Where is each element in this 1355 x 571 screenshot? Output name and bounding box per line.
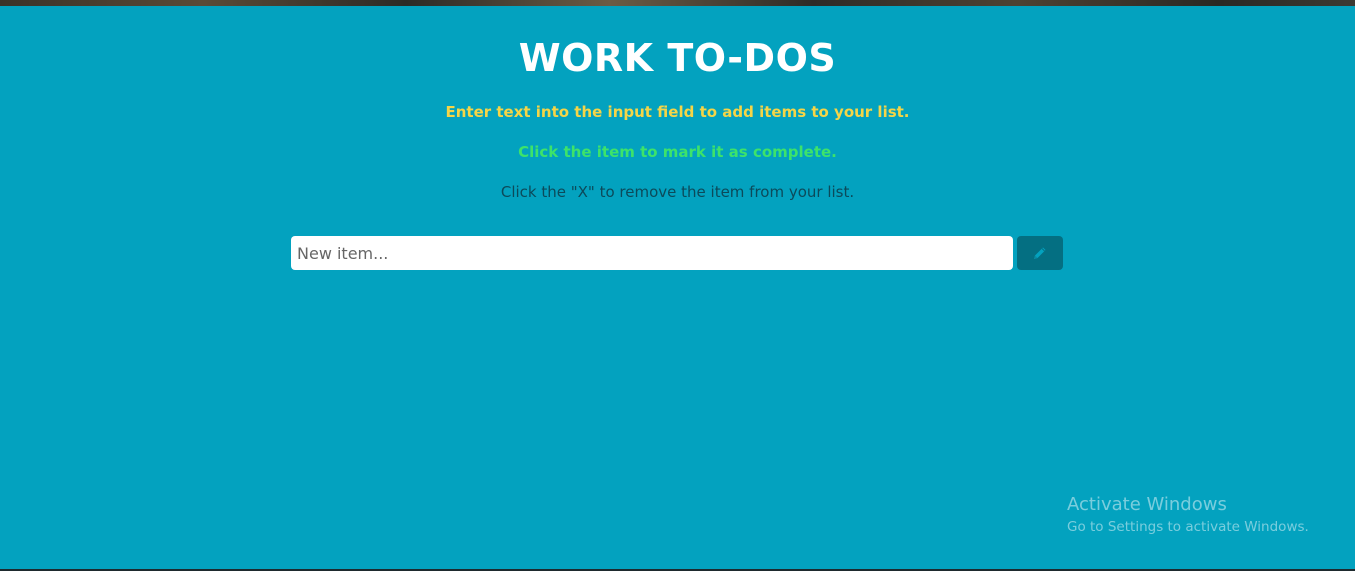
instruction-remove-item: Click the "X" to remove the item from yo… [500,183,855,201]
activate-windows-watermark: Activate Windows Go to Settings to activ… [1067,494,1309,536]
pencil-icon [1032,245,1048,261]
instruction-add-items: Enter text into the input field to add i… [445,103,910,121]
window-top-strip [0,0,1355,6]
new-item-input[interactable] [291,236,1013,270]
watermark-subtitle: Go to Settings to activate Windows. [1067,519,1309,535]
watermark-title: Activate Windows [1067,494,1227,515]
instruction-mark-complete: Click the item to mark it as complete. [518,143,837,161]
page-title: WORK TO-DOS [518,36,837,80]
add-item-button[interactable] [1017,236,1063,270]
